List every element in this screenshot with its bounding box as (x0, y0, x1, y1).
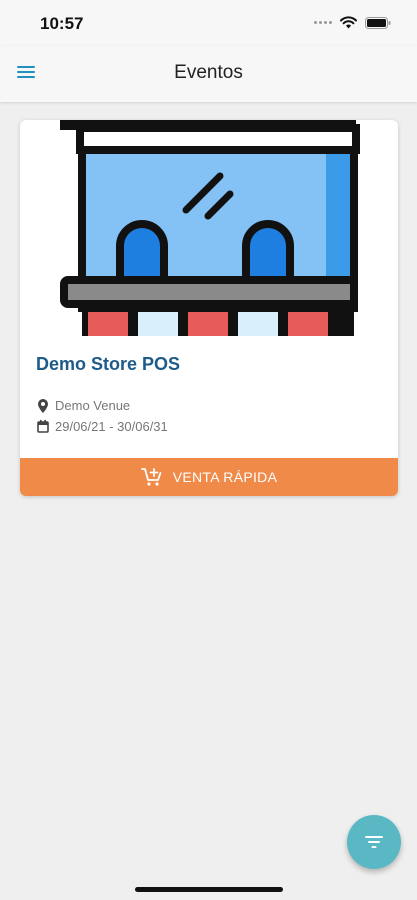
location-pin-icon (38, 398, 48, 413)
home-indicator[interactable] (135, 887, 283, 892)
filter-button[interactable] (347, 815, 401, 869)
filter-icon (365, 836, 383, 848)
event-dates: 29/06/21 - 30/06/31 (37, 419, 168, 434)
quick-sale-button[interactable]: VENTA RÁPIDA (20, 458, 398, 496)
signal-icon (314, 21, 332, 24)
venue-label: Demo Venue (55, 398, 131, 413)
app-bar: Eventos (0, 46, 417, 102)
add-to-cart-icon (140, 468, 162, 486)
dates-label: 29/06/21 - 30/06/31 (55, 419, 168, 434)
wifi-icon (340, 16, 357, 29)
quick-sale-label: VENTA RÁPIDA (172, 469, 278, 485)
battery-icon (365, 16, 391, 29)
calendar-icon (37, 420, 49, 433)
event-title: Demo Store POS (36, 354, 181, 374)
status-time: 10:57 (40, 14, 84, 33)
event-card[interactable]: Demo Store POS Demo Venue 29/06/21 - 30/… (20, 120, 398, 496)
status-bar: 10:57 (0, 0, 417, 46)
page-title: Eventos (174, 62, 243, 83)
storefront-illustration (60, 120, 360, 336)
status-icons (314, 16, 391, 29)
event-venue: Demo Venue (37, 398, 130, 413)
